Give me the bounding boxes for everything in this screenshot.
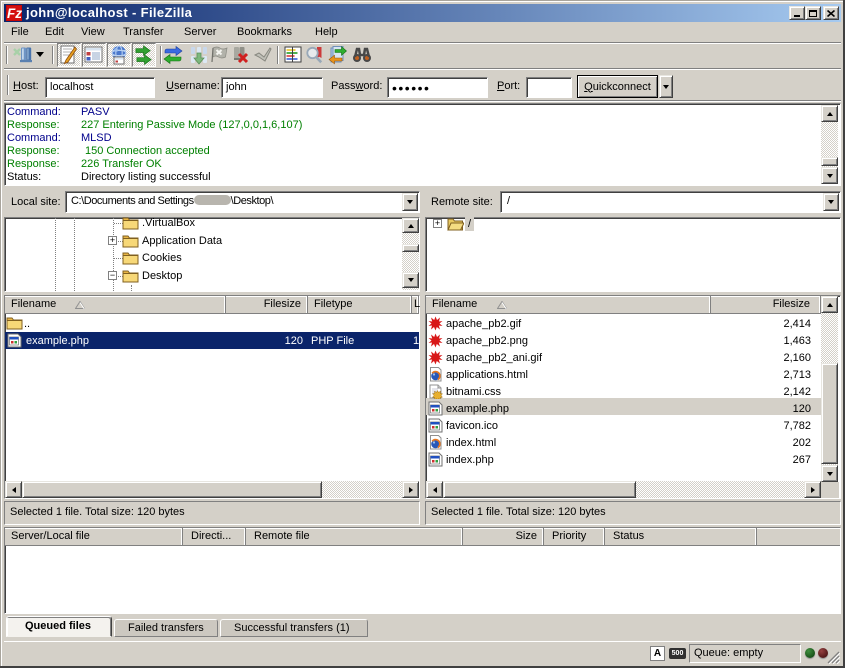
svg-text:Fz: Fz [7, 6, 22, 21]
